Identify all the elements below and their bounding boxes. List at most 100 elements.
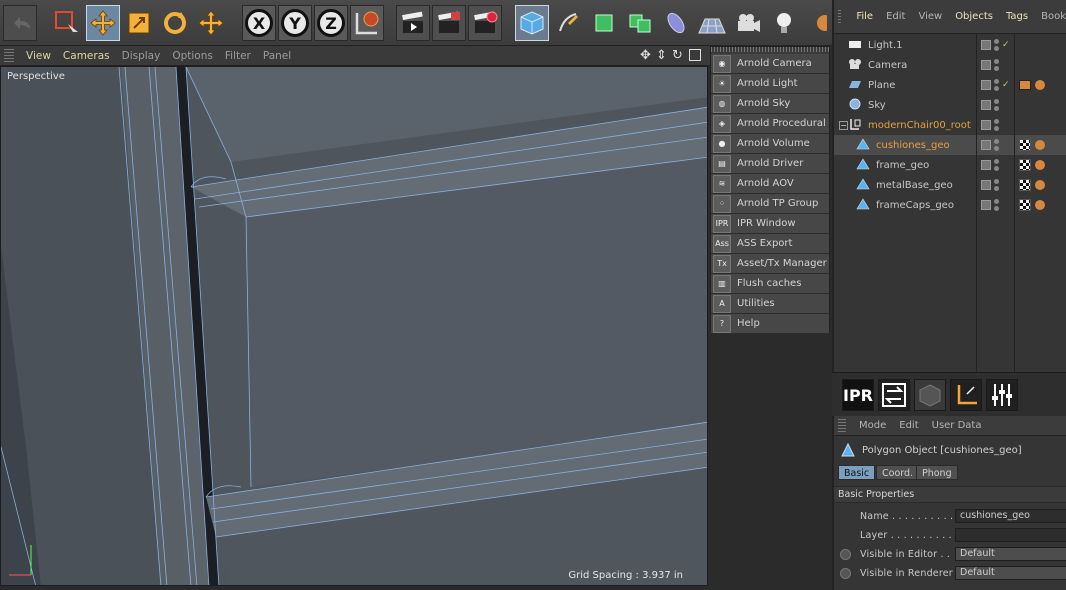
- render-view-button[interactable]: [396, 5, 430, 41]
- editor-visibility-dot[interactable]: [994, 39, 999, 44]
- z-axis-button[interactable]: Z: [314, 5, 348, 41]
- arnold-menu-item[interactable]: ▥ Flush caches: [711, 274, 829, 294]
- zoom-icon[interactable]: ⇕: [656, 48, 667, 63]
- object-row[interactable]: metalBase_geo: [834, 175, 1066, 195]
- arnold-menu-item[interactable]: Ass ASS Export: [711, 234, 829, 254]
- object-row[interactable]: frameCaps_geo: [834, 195, 1066, 215]
- object-row[interactable]: cushiones_geo: [834, 135, 1066, 155]
- render-tag-icon[interactable]: [1019, 80, 1031, 90]
- om-menu-tags[interactable]: Tags: [1006, 11, 1028, 22]
- enabled-check-icon[interactable]: ✓: [1002, 40, 1010, 50]
- editor-visibility-dot[interactable]: [994, 79, 999, 84]
- viewport-menu-options[interactable]: Options: [172, 50, 213, 62]
- editor-visibility-dot[interactable]: [994, 59, 999, 64]
- attr-menu-mode[interactable]: Mode: [859, 420, 886, 431]
- x-axis-button[interactable]: X: [242, 5, 276, 41]
- render-visibility-dot[interactable]: [994, 206, 999, 211]
- arnold-menu-item[interactable]: Tx Asset/Tx Manager: [711, 254, 829, 274]
- arnold-menu-item[interactable]: A Utilities: [711, 294, 829, 314]
- subdivision-button[interactable]: [587, 5, 621, 41]
- perspective-viewport[interactable]: Perspective Grid Spacing : 3.937 in: [0, 66, 708, 586]
- render-visibility-dot[interactable]: [994, 186, 999, 191]
- object-row[interactable]: Camera: [834, 55, 1066, 75]
- axis-tool-button[interactable]: [950, 379, 982, 411]
- arnold-menu-item[interactable]: ▤ Arnold Driver: [711, 154, 829, 174]
- object-row[interactable]: − modernChair00_root: [834, 115, 1066, 135]
- more-tools-button[interactable]: [803, 5, 831, 41]
- tab-basic[interactable]: Basic: [838, 465, 876, 480]
- layer-toggle[interactable]: [981, 200, 991, 210]
- move-tool-button[interactable]: [86, 5, 120, 41]
- arnold-menu-item[interactable]: ? Help: [711, 314, 829, 334]
- om-menu-view[interactable]: View: [918, 11, 942, 22]
- light-button[interactable]: [767, 5, 801, 41]
- editor-visibility-dot[interactable]: [994, 199, 999, 204]
- property-dropdown[interactable]: Default: [955, 547, 1066, 561]
- property-field[interactable]: cushiones_geo: [955, 509, 1066, 523]
- layer-toggle[interactable]: [981, 120, 991, 130]
- viewport-menu-filter[interactable]: Filter: [225, 50, 251, 62]
- render-visibility-dot[interactable]: [994, 146, 999, 151]
- camera-button[interactable]: [731, 5, 765, 41]
- tab-phong[interactable]: Phong: [916, 465, 958, 480]
- texture-tag-icon[interactable]: [1019, 199, 1031, 211]
- layer-toggle[interactable]: [981, 80, 991, 90]
- viewport-menu-cameras[interactable]: Cameras: [63, 50, 110, 62]
- editor-visibility-dot[interactable]: [994, 159, 999, 164]
- attr-menu-edit[interactable]: Edit: [899, 420, 918, 431]
- arnold-menu-item[interactable]: ◉ Arnold Camera: [711, 54, 829, 74]
- layer-toggle[interactable]: [981, 100, 991, 110]
- cube-primitive-button[interactable]: [515, 5, 549, 41]
- texture-tag-icon[interactable]: [1019, 139, 1031, 151]
- material-tag-icon[interactable]: [1035, 140, 1045, 150]
- render-visibility-dot[interactable]: [994, 126, 999, 131]
- om-menu-file[interactable]: File: [856, 11, 873, 22]
- layer-toggle[interactable]: [981, 180, 991, 190]
- array-button[interactable]: [623, 5, 657, 41]
- render-picture-viewer-button[interactable]: [432, 5, 466, 41]
- layer-toggle[interactable]: [981, 160, 991, 170]
- live-selection-button[interactable]: [50, 5, 84, 41]
- material-tag-icon[interactable]: [1035, 200, 1045, 210]
- export-button[interactable]: [878, 379, 910, 411]
- arnold-menu-item[interactable]: ⁘ Arnold TP Group: [711, 194, 829, 214]
- collapse-toggle-icon[interactable]: −: [839, 120, 848, 130]
- enabled-check-icon[interactable]: ✓: [1002, 80, 1010, 90]
- pen-spline-button[interactable]: [551, 5, 585, 41]
- render-visibility-dot[interactable]: [994, 46, 999, 51]
- texture-tag-icon[interactable]: [1019, 179, 1031, 191]
- om-menu-bookmarks[interactable]: Book: [1041, 11, 1066, 22]
- arnold-menu-item[interactable]: ☀ Arnold Light: [711, 74, 829, 94]
- procedural-button[interactable]: [914, 379, 946, 411]
- material-tag-icon[interactable]: [1035, 180, 1045, 190]
- layer-toggle[interactable]: [981, 140, 991, 150]
- render-visibility-dot[interactable]: [994, 66, 999, 71]
- object-row[interactable]: Sky: [834, 95, 1066, 115]
- texture-tag-icon[interactable]: [1019, 159, 1031, 171]
- property-field[interactable]: [955, 528, 1066, 542]
- tab-coord[interactable]: Coord.: [876, 465, 920, 480]
- transform-tool-button[interactable]: [194, 5, 228, 41]
- ipr-button[interactable]: IPR: [842, 379, 874, 411]
- render-settings-button[interactable]: [468, 5, 502, 41]
- coordinate-system-button[interactable]: [350, 5, 384, 41]
- animate-radio[interactable]: [840, 567, 851, 579]
- material-tag-icon[interactable]: [1035, 160, 1045, 170]
- viewport-menu-display[interactable]: Display: [122, 50, 161, 62]
- maximize-icon[interactable]: [689, 49, 701, 61]
- rotate-tool-button[interactable]: [158, 5, 192, 41]
- attr-menu-user-data[interactable]: User Data: [932, 420, 982, 431]
- object-row[interactable]: Plane ✓: [834, 75, 1066, 95]
- editor-visibility-dot[interactable]: [994, 139, 999, 144]
- deformer-button[interactable]: [659, 5, 693, 41]
- arnold-menu-item[interactable]: ◈ Arnold Procedural: [711, 114, 829, 134]
- editor-visibility-dot[interactable]: [994, 179, 999, 184]
- object-row[interactable]: Light.1 ✓: [834, 35, 1066, 55]
- editor-visibility-dot[interactable]: [994, 119, 999, 124]
- animate-radio[interactable]: [840, 548, 851, 560]
- property-dropdown[interactable]: Default: [955, 566, 1066, 580]
- viewport-menu-view[interactable]: View: [26, 50, 51, 62]
- undo-button[interactable]: [3, 5, 37, 41]
- pan-icon[interactable]: ✥: [640, 48, 651, 63]
- layer-toggle[interactable]: [981, 40, 991, 50]
